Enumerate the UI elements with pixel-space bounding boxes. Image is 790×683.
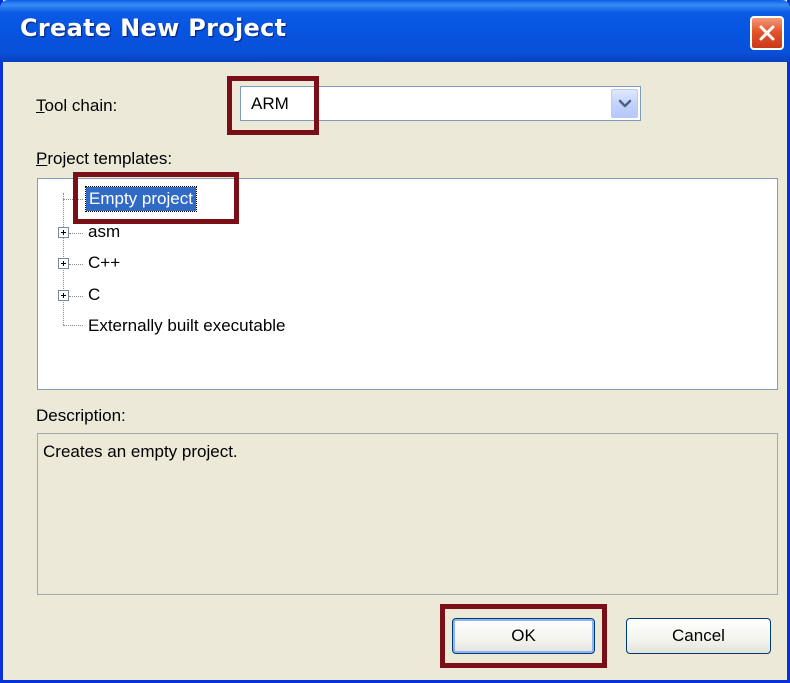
tree-item-c[interactable]: C (38, 285, 777, 313)
toolchain-label: Tool chain: (36, 96, 118, 115)
dialog-title: Create New Project (20, 14, 287, 42)
cancel-button[interactable]: Cancel (626, 618, 771, 654)
templates-label: Project templates: (36, 149, 173, 168)
ok-button[interactable]: OK (452, 618, 595, 654)
tree-item-asm[interactable]: asm (38, 222, 777, 250)
plus-expander-icon[interactable] (58, 258, 69, 269)
tree-item-cpp[interactable]: C++ (38, 253, 777, 281)
plus-expander-icon[interactable] (58, 290, 69, 301)
tree-item-label: C (88, 285, 101, 304)
tree-item-label: asm (88, 222, 121, 241)
tree-item-label: C++ (88, 253, 121, 272)
tree-item-label: Externally built executable (88, 316, 286, 335)
toolchain-select[interactable]: ARM (240, 86, 641, 121)
close-button[interactable] (750, 16, 784, 50)
close-icon (759, 25, 775, 41)
create-project-dialog: Create New Project Tool chain: ARM Proje… (0, 0, 790, 683)
project-templates-tree[interactable]: Empty project asm C++ C Externally built… (37, 178, 778, 390)
toolchain-dropdown-button[interactable] (611, 89, 638, 118)
toolchain-select-value: ARM (251, 94, 289, 113)
tree-item-label: Empty project (85, 186, 197, 212)
tree-item-externally-built-executable[interactable]: Externally built executable (38, 316, 777, 344)
tree-item-empty-project[interactable]: Empty project (38, 186, 777, 215)
title-bar[interactable]: Create New Project (0, 0, 790, 62)
description-text: Creates an empty project. (43, 442, 238, 461)
chevron-down-icon (618, 99, 631, 107)
description-label: Description: (36, 406, 126, 425)
plus-expander-icon[interactable] (58, 227, 69, 238)
description-box: Creates an empty project. (37, 433, 778, 595)
